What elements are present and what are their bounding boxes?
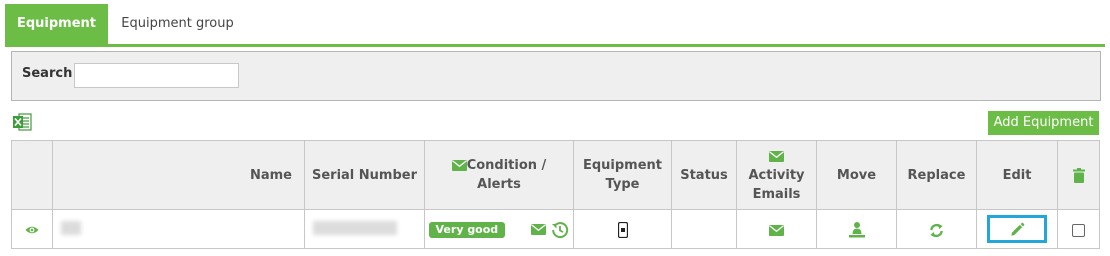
search-input[interactable] bbox=[74, 63, 239, 88]
header-replace: Replace bbox=[896, 140, 977, 210]
condition-cell: Very good bbox=[424, 209, 574, 249]
header-serial-number[interactable]: Serial Number bbox=[304, 140, 425, 210]
header-move: Move bbox=[816, 140, 897, 210]
pencil-icon bbox=[1010, 222, 1024, 236]
view-cell bbox=[11, 209, 53, 249]
search-label: Search bbox=[22, 66, 73, 81]
equipment-type-cell bbox=[573, 209, 672, 249]
header-status[interactable]: Status bbox=[671, 140, 737, 210]
envelope-icon bbox=[769, 150, 784, 162]
envelope-icon[interactable] bbox=[531, 224, 547, 236]
add-equipment-button[interactable]: Add Equipment bbox=[988, 111, 1099, 135]
name-cell bbox=[52, 209, 305, 249]
tab-equipment-group[interactable]: Equipment group bbox=[110, 4, 245, 44]
header-condition-alerts[interactable]: Condition / Alerts bbox=[424, 140, 574, 210]
header-name[interactable]: Name bbox=[52, 140, 305, 210]
select-cell bbox=[1057, 209, 1100, 249]
header-condition-label: Condition / Alerts bbox=[466, 158, 547, 192]
eye-icon[interactable] bbox=[25, 225, 39, 235]
table-row: Very good bbox=[11, 209, 1100, 249]
header-equipment-type[interactable]: Equipment Type bbox=[573, 140, 672, 210]
header-view bbox=[11, 140, 53, 210]
tab-bar: Equipment Equipment group bbox=[5, 4, 1105, 47]
trash-icon[interactable] bbox=[1072, 167, 1085, 183]
name-value bbox=[61, 220, 81, 235]
serial-cell bbox=[304, 209, 425, 249]
search-panel: Search bbox=[11, 51, 1101, 101]
table-header-row: Name Serial Number Condition / Alerts Eq… bbox=[11, 140, 1100, 210]
header-activity-label: Activity Emails bbox=[748, 167, 805, 202]
edit-cell bbox=[976, 209, 1058, 249]
excel-icon[interactable] bbox=[12, 112, 32, 132]
activity-cell bbox=[736, 209, 817, 249]
equipment-table: Name Serial Number Condition / Alerts Eq… bbox=[11, 140, 1100, 249]
tab-equipment[interactable]: Equipment bbox=[5, 4, 108, 44]
row-checkbox[interactable] bbox=[1072, 223, 1085, 237]
envelope-icon[interactable] bbox=[769, 224, 784, 236]
header-edit: Edit bbox=[976, 140, 1058, 210]
replace-cell bbox=[896, 209, 977, 249]
refresh-icon[interactable] bbox=[929, 223, 944, 238]
envelope-icon bbox=[451, 160, 467, 171]
header-activity-emails[interactable]: Activity Emails bbox=[736, 140, 817, 210]
move-cell bbox=[816, 209, 897, 249]
serial-value bbox=[313, 220, 397, 235]
edit-button[interactable] bbox=[987, 215, 1047, 243]
condition-badge: Very good bbox=[428, 221, 506, 238]
move-user-icon[interactable] bbox=[848, 221, 866, 239]
mobile-device-icon bbox=[617, 222, 628, 238]
header-delete[interactable] bbox=[1057, 140, 1100, 210]
status-cell bbox=[671, 209, 737, 249]
history-icon[interactable] bbox=[551, 221, 569, 239]
